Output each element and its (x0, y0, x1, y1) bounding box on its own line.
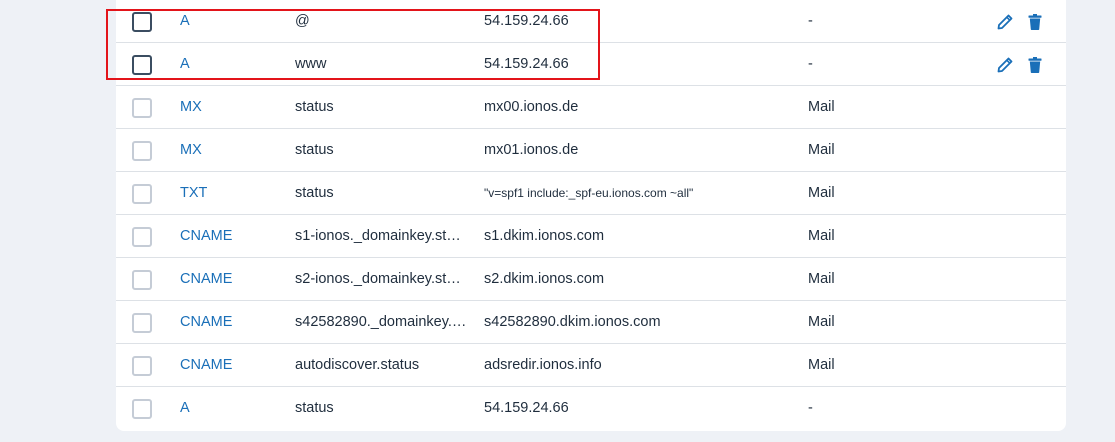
record-service: - (808, 13, 813, 29)
record-value: 54.159.24.66 (484, 13, 569, 29)
record-host: status (295, 400, 334, 416)
record-host: @ (295, 13, 310, 29)
record-value: 54.159.24.66 (484, 400, 569, 416)
record-type[interactable]: A (180, 0, 190, 42)
record-host: s2-ionos._domainkey.sta… (295, 271, 467, 287)
trash-icon[interactable] (1026, 13, 1044, 31)
record-host: status (295, 142, 334, 158)
table-row: TXT status "v=spf1 include:_spf-eu.ionos… (116, 172, 1066, 215)
record-type[interactable]: A (180, 43, 190, 85)
row-checkbox[interactable] (132, 227, 152, 247)
record-value: mx01.ionos.de (484, 142, 579, 158)
record-value: "v=spf1 include:_spf-eu.ionos.com ~all" (484, 186, 694, 200)
table-row: CNAME s2-ionos._domainkey.sta… s2.dkim.i… (116, 258, 1066, 301)
table-row: CNAME autodiscover.status adsredir.ionos… (116, 344, 1066, 387)
dns-records-table: A @ 54.159.24.66 - A www 54.159.24.66 - (116, 0, 1066, 431)
record-service: Mail (808, 142, 835, 158)
record-service: - (808, 56, 813, 72)
record-value: adsredir.ionos.info (484, 357, 602, 373)
record-type[interactable]: MX (180, 129, 202, 171)
row-checkbox[interactable] (132, 356, 152, 376)
table-row: A www 54.159.24.66 - (116, 43, 1066, 86)
record-type[interactable]: CNAME (180, 215, 232, 257)
row-checkbox[interactable] (132, 55, 152, 75)
record-service: Mail (808, 228, 835, 244)
record-type[interactable]: CNAME (180, 301, 232, 343)
record-service: Mail (808, 357, 835, 373)
record-service: Mail (808, 314, 835, 330)
row-actions (996, 55, 1044, 75)
record-service: Mail (808, 99, 835, 115)
row-checkbox[interactable] (132, 399, 152, 419)
row-checkbox[interactable] (132, 12, 152, 32)
table-row: CNAME s1-ionos._domainkey.sta… s1.dkim.i… (116, 215, 1066, 258)
record-value: mx00.ionos.de (484, 99, 579, 115)
table-row: A status 54.159.24.66 - (116, 387, 1066, 430)
row-checkbox[interactable] (132, 184, 152, 204)
record-value: s1.dkim.ionos.com (484, 228, 605, 244)
record-host: status (295, 185, 334, 201)
record-type[interactable]: CNAME (180, 258, 232, 300)
record-service: - (808, 400, 813, 416)
record-host: s1-ionos._domainkey.sta… (295, 228, 467, 244)
record-type[interactable]: CNAME (180, 344, 232, 386)
table-row: MX status mx01.ionos.de Mail (116, 129, 1066, 172)
record-service: Mail (808, 185, 835, 201)
record-value: 54.159.24.66 (484, 56, 569, 72)
pencil-icon[interactable] (996, 56, 1014, 74)
table-row: A @ 54.159.24.66 - (116, 0, 1066, 43)
table-row: MX status mx00.ionos.de Mail (116, 86, 1066, 129)
pencil-icon[interactable] (996, 13, 1014, 31)
trash-icon[interactable] (1026, 56, 1044, 74)
record-service: Mail (808, 271, 835, 287)
record-type[interactable]: MX (180, 86, 202, 128)
record-host: s42582890._domainkey.… (295, 314, 467, 330)
record-value: s42582890.dkim.ionos.com (484, 314, 661, 330)
table-row: CNAME s42582890._domainkey.… s42582890.d… (116, 301, 1066, 344)
record-type[interactable]: A (180, 387, 190, 429)
record-type[interactable]: TXT (180, 172, 207, 214)
row-checkbox[interactable] (132, 141, 152, 161)
record-host: autodiscover.status (295, 357, 420, 373)
record-host: status (295, 99, 334, 115)
record-host: www (295, 56, 327, 72)
row-checkbox[interactable] (132, 98, 152, 118)
row-actions (996, 12, 1044, 32)
row-checkbox[interactable] (132, 270, 152, 290)
row-checkbox[interactable] (132, 313, 152, 333)
record-value: s2.dkim.ionos.com (484, 271, 605, 287)
